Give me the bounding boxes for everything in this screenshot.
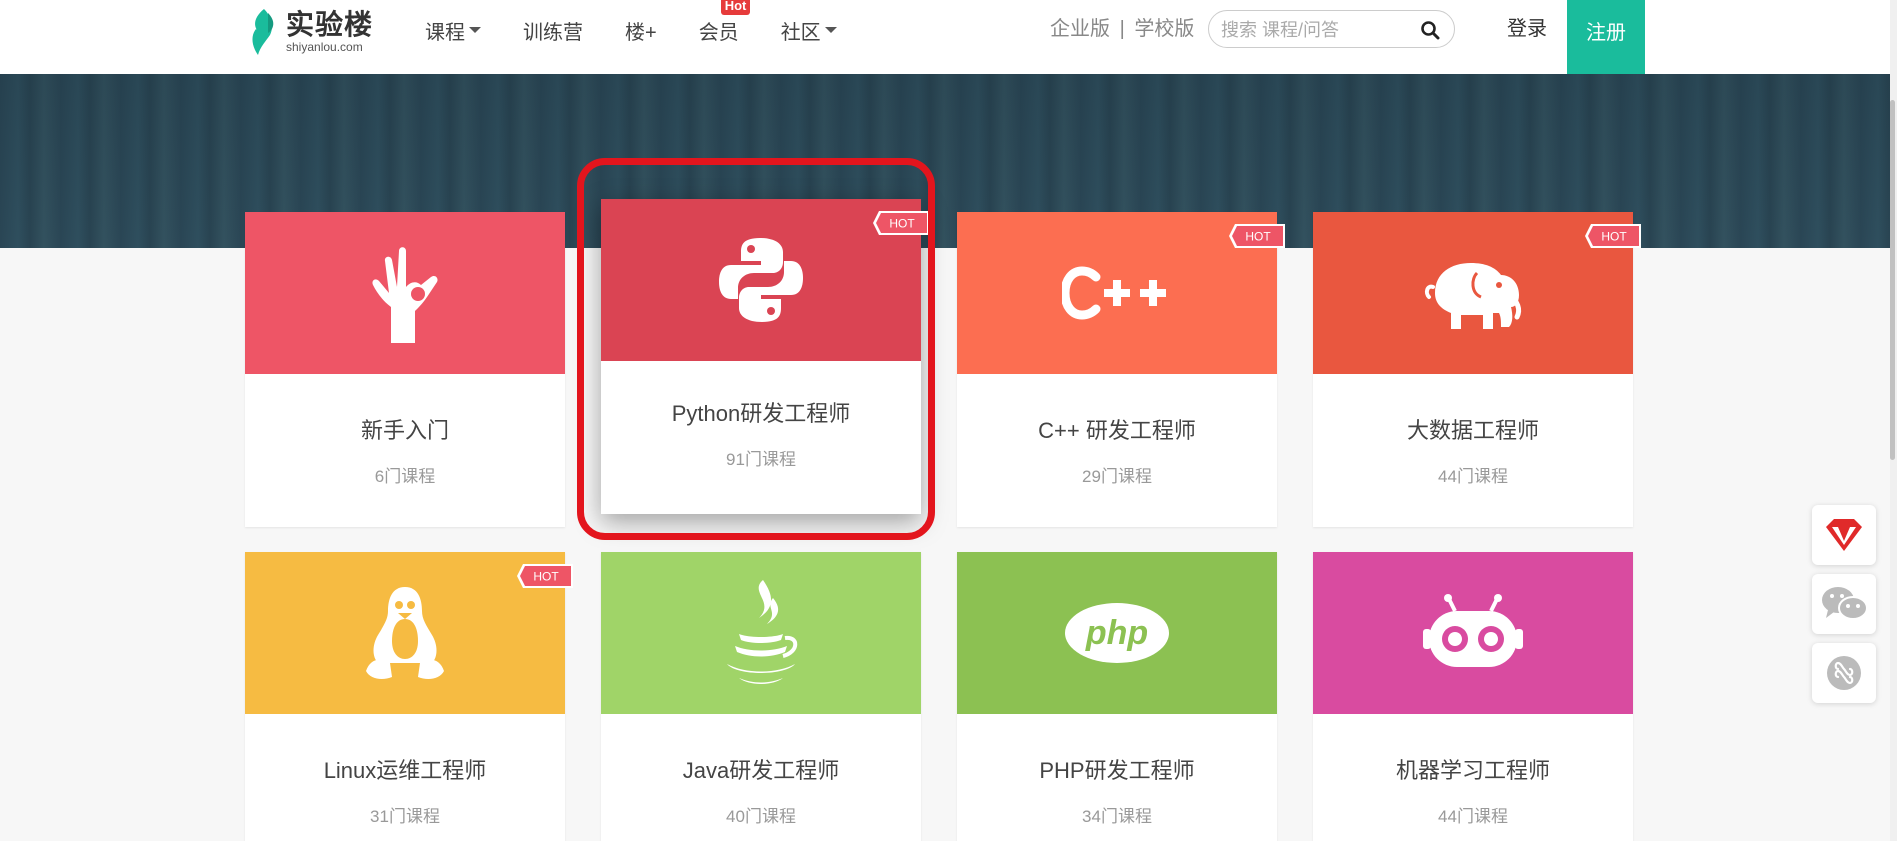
membership-hot-badge: Hot [720, 0, 751, 15]
card-title: 机器学习工程师 [1395, 758, 1550, 783]
card-course-count: 44门课程 [1438, 467, 1508, 486]
path-card-cpp[interactable]: HOT C++ 研发工程师 29门课程 [957, 212, 1285, 527]
nav-courses[interactable]: 课程 [425, 16, 481, 45]
path-card-linux[interactable]: HOT Linux运维工程师 31门课程 [245, 552, 573, 841]
top-header: 实验楼 shiyanlou.com 课程 训练营 楼+ 会员 Hot 社区 企业… [0, 0, 1890, 74]
wechat-icon [1822, 587, 1868, 620]
hot-ribbon: HOT [517, 564, 573, 588]
card-banner [1313, 552, 1633, 714]
card-banner [601, 552, 921, 714]
path-card-java[interactable]: Java研发工程师 40门课程 [601, 552, 921, 841]
school-link[interactable]: 学校版 [1134, 18, 1194, 40]
nav-community[interactable]: 社区 [781, 16, 837, 45]
register-button[interactable]: 注册 [1567, 0, 1645, 74]
nav-lou-plus[interactable]: 楼+ [625, 16, 657, 45]
nav-bootcamp-label: 训练营 [523, 21, 583, 44]
java-cup-icon [727, 580, 798, 684]
main-nav: 课程 训练营 楼+ 会员 Hot 社区 [425, 0, 879, 60]
logo-text-en: shiyanlou.com [286, 40, 363, 54]
hot-ribbon-label: HOT [1601, 230, 1627, 244]
wechat-button[interactable] [1812, 574, 1876, 634]
site-logo[interactable]: 实验楼 shiyanlou.com [248, 4, 378, 60]
hot-ribbon-label: HOT [533, 570, 559, 584]
card-title: PHP研发工程师 [1039, 758, 1195, 783]
search-box [1208, 10, 1455, 48]
search-icon[interactable] [1420, 20, 1440, 40]
login-link[interactable]: 登录 [1507, 15, 1547, 43]
mini-program-icon [1827, 656, 1861, 690]
card-title: C++ 研发工程师 [1038, 418, 1196, 443]
logo-text-cn: 实验楼 [286, 9, 374, 40]
logo-leaf-icon [252, 9, 274, 55]
card-course-count: 6门课程 [374, 467, 436, 486]
search-input[interactable] [1221, 18, 1411, 42]
vip-button[interactable] [1812, 505, 1876, 565]
path-card-machine-learning[interactable]: 机器学习工程师 44门课程 [1313, 552, 1633, 841]
card-title: 大数据工程师 [1406, 418, 1539, 443]
career-path-grid: 新手入门 6门课程 HOT Python研发工程师 91门课程 HOT C++ … [0, 0, 1890, 841]
mini-program-button[interactable] [1812, 643, 1876, 703]
card-title: Java研发工程师 [682, 758, 840, 783]
path-card-php[interactable]: php PHP研发工程师 34门课程 [957, 552, 1277, 841]
chevron-down-icon [469, 27, 481, 33]
ok-hand-icon [372, 247, 438, 343]
nav-bootcamp[interactable]: 训练营 [523, 16, 583, 45]
nav-membership-label: 会员 [698, 21, 739, 44]
card-banner: HOT [957, 212, 1285, 374]
nav-membership[interactable]: 会员 Hot [698, 0, 751, 45]
nav-community-label: 社区 [780, 21, 821, 44]
edition-separator: | [1119, 18, 1125, 40]
enterprise-link[interactable]: 企业版 [1050, 18, 1110, 40]
nav-courses-label: 课程 [425, 21, 465, 44]
card-banner [245, 212, 565, 374]
card-course-count: 34门课程 [1082, 807, 1152, 826]
card-banner: HOT [245, 552, 573, 714]
vip-gem-icon [1826, 519, 1862, 551]
path-card-beginner[interactable]: 新手入门 6门课程 [245, 212, 565, 527]
chevron-down-icon [824, 27, 837, 33]
edition-links: 企业版 | 学校版 [1050, 15, 1194, 43]
scrollbar-thumb[interactable] [1890, 100, 1895, 460]
robot-icon [1423, 594, 1523, 667]
hot-ribbon-label: HOT [1245, 230, 1271, 244]
card-course-count: 29门课程 [1082, 467, 1152, 486]
card-title: Linux运维工程师 [323, 758, 487, 783]
card-title: 新手入门 [360, 418, 449, 443]
card-course-count: 40门课程 [726, 807, 796, 826]
cpp-icon [1062, 266, 1166, 320]
php-icon: php [1065, 603, 1169, 663]
card-course-count: 44门课程 [1438, 807, 1508, 826]
card-banner: HOT [1313, 212, 1641, 374]
page-scrollbar[interactable] [1890, 0, 1897, 841]
card-course-count: 31门课程 [370, 807, 440, 826]
hadoop-elephant-icon [1424, 263, 1522, 329]
hot-ribbon: HOT [1585, 224, 1641, 248]
hot-ribbon: HOT [1229, 224, 1285, 248]
svg-text:php: php [1085, 614, 1148, 652]
nav-lou-plus-label: 楼+ [625, 21, 657, 44]
path-card-bigdata[interactable]: HOT 大数据工程师 44门课程 [1313, 212, 1641, 527]
highlight-annotation [577, 158, 935, 540]
linux-penguin-icon [366, 587, 444, 679]
card-banner: php [957, 552, 1277, 714]
